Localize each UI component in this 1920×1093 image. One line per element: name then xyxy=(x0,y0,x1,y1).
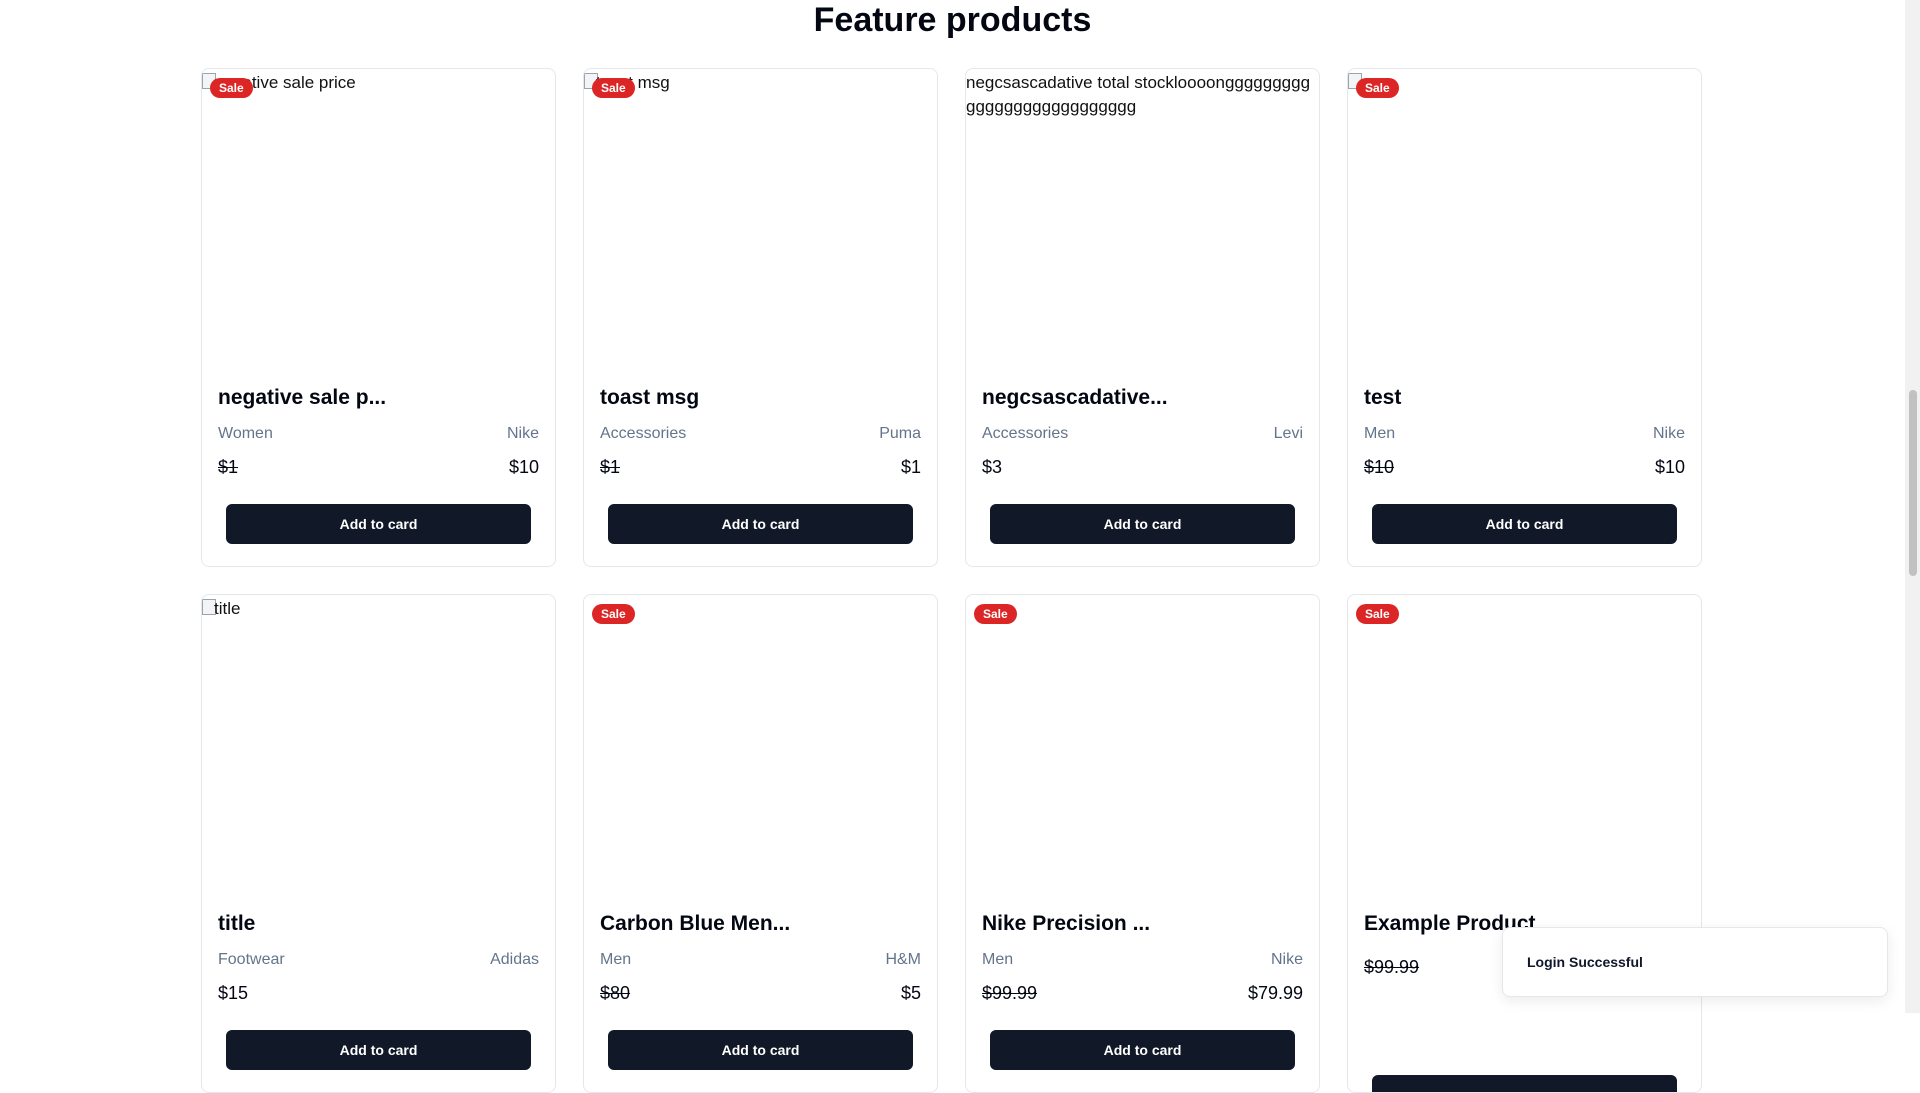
sale-price: $1 xyxy=(900,457,921,477)
product-meta: Accessories Levi xyxy=(982,425,1303,443)
product-image[interactable]: negcsascadative total stockloooonggggggg… xyxy=(966,69,1319,374)
product-brand: Puma xyxy=(879,425,921,442)
product-card[interactable]: Sale Carbon Blue Men... Men H&M $80 $5 A… xyxy=(583,594,938,1093)
product-card[interactable]: Sale Example Product $99.99 xyxy=(1347,594,1702,1093)
original-price: $1 xyxy=(600,457,621,477)
page-scrollbar[interactable] xyxy=(1905,0,1920,1013)
product-name[interactable]: Nike Precision ... xyxy=(982,912,1150,936)
product-category: Men xyxy=(982,951,1014,968)
sale-badge: Sale xyxy=(592,78,635,98)
product-card[interactable]: title title Footwear Adidas $15 Add to c… xyxy=(201,594,556,1093)
add-to-cart-button[interactable]: Add to card xyxy=(226,1030,531,1070)
product-card[interactable]: Sale Nike Precision ... Men Nike $99.99 … xyxy=(965,594,1320,1093)
price-row: $99.99 $79.99 xyxy=(982,983,1303,1004)
product-name[interactable]: negative sale p... xyxy=(218,386,386,410)
original-price: $1 xyxy=(218,457,239,477)
product-image[interactable]: title xyxy=(202,595,555,900)
sale-price: $10 xyxy=(1654,457,1685,477)
sale-badge: Sale xyxy=(1356,78,1399,98)
price: $15 xyxy=(218,983,249,1003)
sale-price: $10 xyxy=(508,457,539,477)
product-image[interactable]: toast msg Sale xyxy=(584,69,937,374)
product-image[interactable]: Sale xyxy=(584,595,937,900)
product-brand: Levi xyxy=(1273,425,1303,442)
product-category: Accessories xyxy=(600,425,687,442)
image-alt-text: negcsascadative total stockloooonggggggg… xyxy=(966,73,1311,116)
sale-price: $5 xyxy=(900,983,921,1003)
product-image[interactable]: Sale xyxy=(1348,69,1701,374)
product-card[interactable]: Sale test Men Nike $10 $10 Add to card xyxy=(1347,68,1702,567)
add-to-cart-button[interactable]: Add to card xyxy=(608,504,913,544)
original-price: $99.99 xyxy=(1364,957,1420,977)
price-row: $1 $10 xyxy=(218,457,539,478)
toast-message: Login Successful xyxy=(1527,954,1643,970)
product-name[interactable]: Carbon Blue Men... xyxy=(600,912,790,936)
product-brand: H&M xyxy=(885,951,921,968)
toast-notification: Login Successful xyxy=(1502,927,1888,997)
product-category: Footwear xyxy=(218,951,285,968)
price: $3 xyxy=(982,457,1003,477)
price-row: $3 xyxy=(982,457,1303,478)
original-price: $80 xyxy=(600,983,631,1003)
product-meta: Footwear Adidas xyxy=(218,951,539,969)
add-to-cart-button[interactable]: Add to card xyxy=(608,1030,913,1070)
price-row: $15 xyxy=(218,983,539,1004)
product-category: Women xyxy=(218,425,273,442)
product-category: Men xyxy=(1364,425,1396,442)
product-name[interactable]: toast msg xyxy=(600,386,699,410)
product-brand: Nike xyxy=(1652,425,1685,442)
product-image[interactable]: Sale xyxy=(966,595,1319,900)
product-category: Men xyxy=(600,951,632,968)
sale-badge: Sale xyxy=(592,604,635,624)
scrollbar-thumb[interactable] xyxy=(1909,390,1917,576)
add-to-cart-button[interactable]: Add to card xyxy=(990,504,1295,544)
price-row: $1 $1 xyxy=(600,457,921,478)
product-meta: Accessories Puma xyxy=(600,425,921,443)
price-row: $80 $5 xyxy=(600,983,921,1004)
product-meta: Women Nike xyxy=(218,425,539,443)
sale-price: $79.99 xyxy=(1247,983,1303,1003)
add-to-cart-button[interactable] xyxy=(1372,1075,1677,1092)
product-brand: Adidas xyxy=(490,951,539,968)
product-card[interactable]: toast msg Sale toast msg Accessories Pum… xyxy=(583,68,938,567)
product-meta: Men Nike xyxy=(1364,425,1685,443)
product-card[interactable]: negative sale price Sale negative sale p… xyxy=(201,68,556,567)
product-brand: Nike xyxy=(506,425,539,442)
sale-badge: Sale xyxy=(974,604,1017,624)
product-name[interactable]: title xyxy=(218,912,255,936)
price-row: $10 $10 xyxy=(1364,457,1685,478)
sale-badge: Sale xyxy=(210,78,253,98)
product-category: Accessories xyxy=(982,425,1069,442)
product-meta: Men Nike xyxy=(982,951,1303,969)
product-image[interactable]: negative sale price Sale xyxy=(202,69,555,374)
product-card[interactable]: negcsascadative total stockloooonggggggg… xyxy=(965,68,1320,567)
sale-badge: Sale xyxy=(1356,604,1399,624)
add-to-cart-button[interactable]: Add to card xyxy=(226,504,531,544)
image-alt-text: title xyxy=(214,599,241,618)
product-meta: Men H&M xyxy=(600,951,921,969)
original-price: $99.99 xyxy=(982,983,1038,1003)
add-to-cart-button[interactable]: Add to card xyxy=(990,1030,1295,1070)
product-image[interactable]: Sale xyxy=(1348,595,1701,900)
original-price: $10 xyxy=(1364,457,1395,477)
product-name[interactable]: negcsascadative... xyxy=(982,386,1168,410)
add-to-cart-button[interactable]: Add to card xyxy=(1372,504,1677,544)
page-title: Feature products xyxy=(813,1,1092,39)
product-name[interactable]: test xyxy=(1364,386,1401,410)
product-brand: Nike xyxy=(1270,951,1303,968)
